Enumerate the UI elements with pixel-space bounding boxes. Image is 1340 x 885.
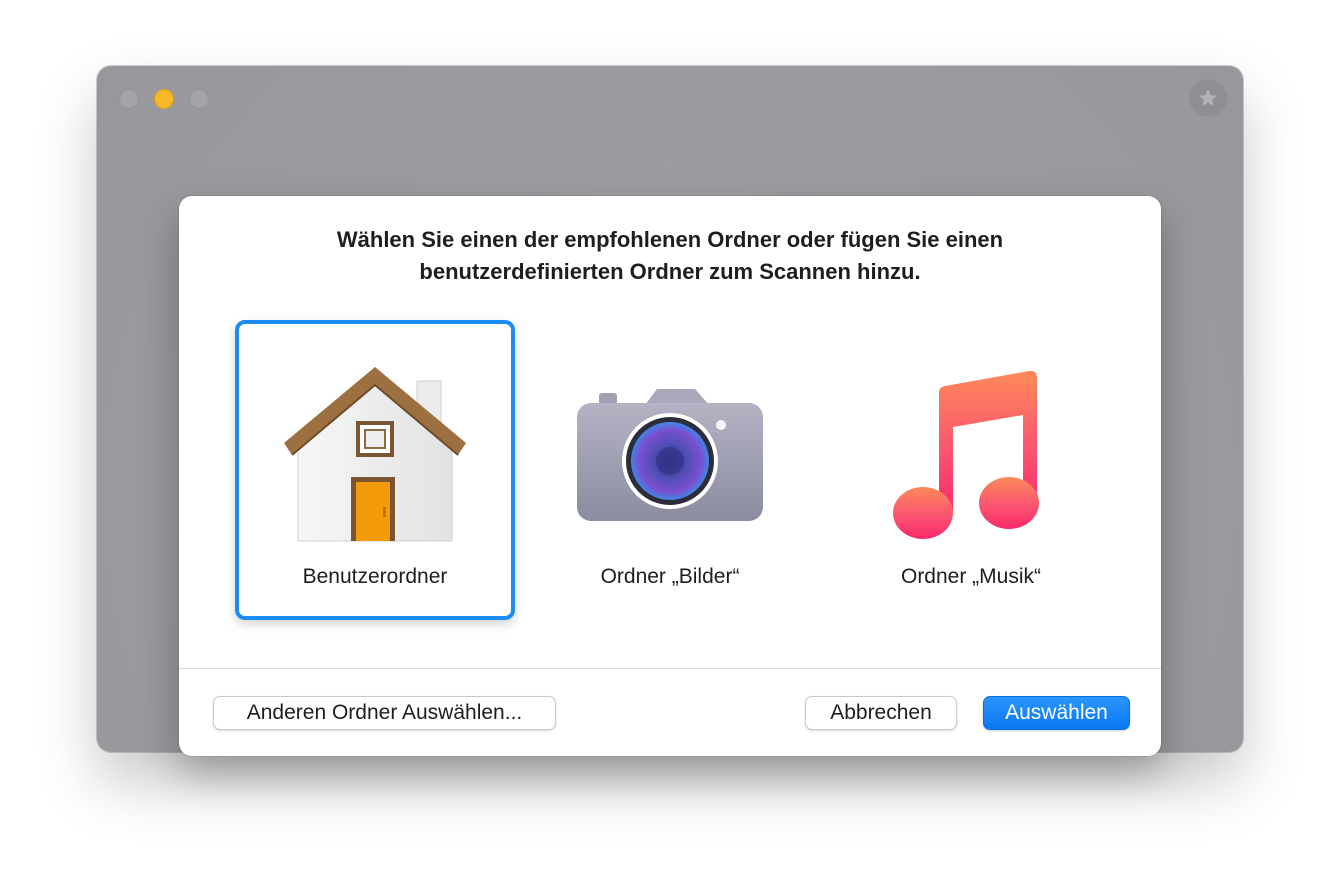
dialog-title-line-1: Wählen Sie einen der empfohlenen Ordner …	[336, 227, 1004, 252]
cancel-button[interactable]: Abbrechen	[805, 696, 957, 730]
minimize-window-button[interactable]	[154, 89, 174, 109]
screen: Wählen Sie einen der empfohlenen Ordner …	[0, 0, 1340, 885]
footer-divider	[179, 668, 1161, 669]
zoom-window-button[interactable]	[189, 89, 209, 109]
camera-icon	[577, 389, 763, 521]
select-button[interactable]: Auswählen	[983, 696, 1130, 730]
close-window-button[interactable]	[119, 89, 139, 109]
music-note-icon	[893, 370, 1039, 539]
choice-label: Ordner „Bilder“	[600, 565, 740, 588]
folder-selection-dialog: Wählen Sie einen der empfohlenen Ordner …	[179, 196, 1161, 756]
dialog-title-line-2: benutzerdefinierten Ordner zum Scannen h…	[419, 259, 921, 284]
choice-label: Benutzerordner	[302, 565, 448, 588]
choose-other-folder-button[interactable]: Anderen Ordner Auswählen...	[213, 696, 556, 730]
favorites-button[interactable]	[1189, 79, 1227, 117]
choice-music-folder[interactable]: Ordner „Musik“	[831, 320, 1111, 620]
dialog-title: Wählen Sie einen der empfohlenen Ordner …	[239, 224, 1101, 288]
home-folder-icon	[284, 367, 466, 542]
choice-home-folder[interactable]: Benutzerordner	[235, 320, 515, 620]
choice-pictures-folder[interactable]: Ordner „Bilder“	[530, 320, 810, 620]
choice-label: Ordner „Musik“	[900, 565, 1042, 588]
star-icon	[1199, 89, 1217, 106]
